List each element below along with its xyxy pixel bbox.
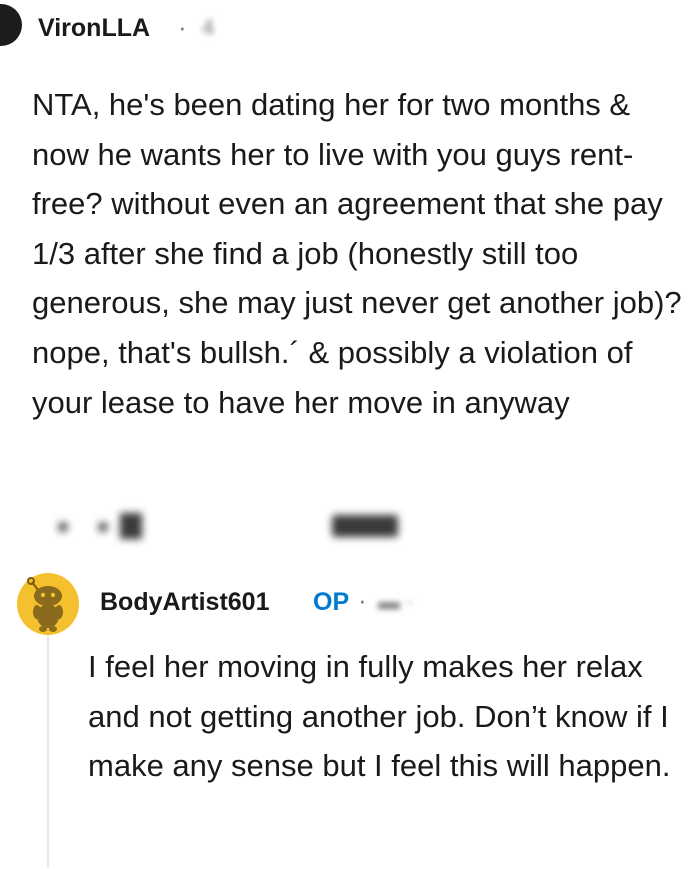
reply-username[interactable]: BodyArtist601: [100, 588, 270, 617]
commenter-username[interactable]: VironLLA: [38, 14, 150, 43]
op-badge: OP: [313, 588, 350, 616]
upvote-icon[interactable]: [58, 522, 68, 532]
reply-age: ▬ ·: [378, 589, 414, 614]
reply-body: I feel her moving in fully makes her rel…: [88, 649, 671, 784]
comment-body: NTA, he's been dating her for two months…: [32, 87, 682, 420]
comment-age: 4: [202, 15, 215, 40]
reply-button[interactable]: [332, 515, 398, 537]
commenter-avatar[interactable]: [0, 4, 22, 46]
meta-separator: ·: [178, 12, 187, 42]
vote-count: [120, 513, 142, 539]
downvote-icon[interactable]: [98, 522, 108, 532]
meta-separator: ·: [358, 585, 367, 615]
snoo-avatar-icon[interactable]: [16, 572, 80, 636]
thread-line[interactable]: [47, 630, 49, 868]
comment-action-bar: [50, 505, 410, 545]
